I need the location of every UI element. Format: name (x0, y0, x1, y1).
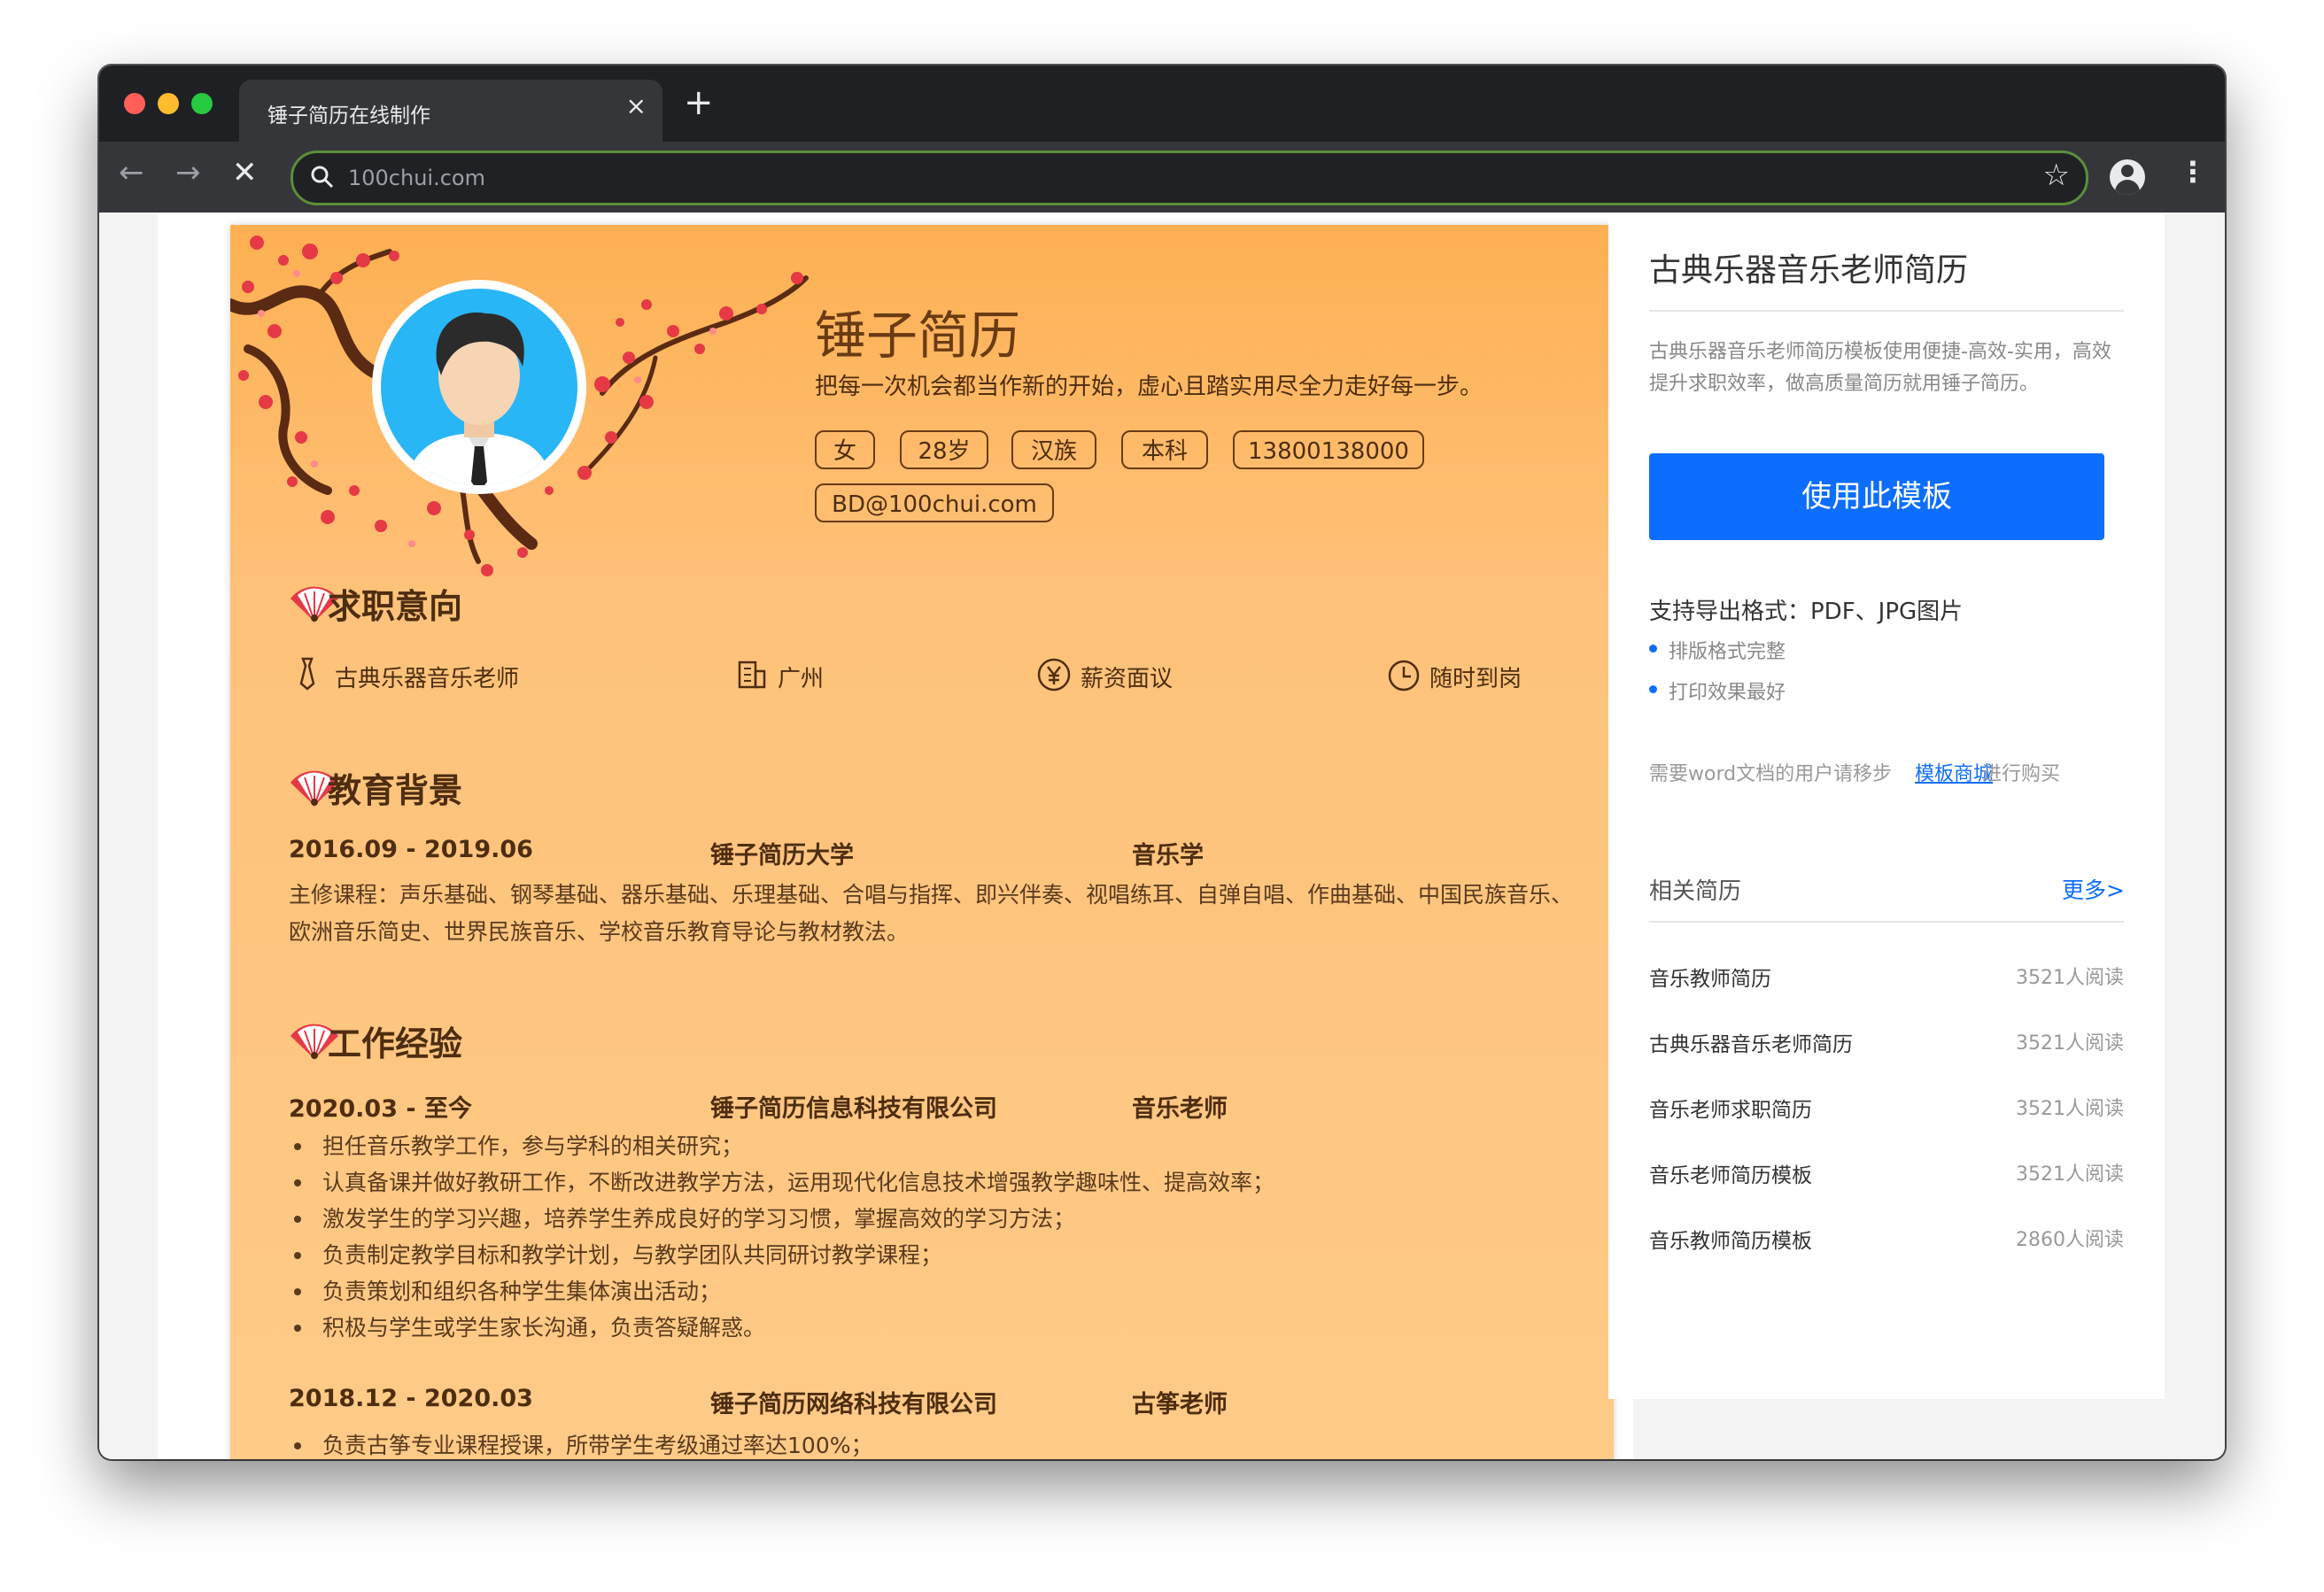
profile-avatar-icon[interactable] (2110, 159, 2145, 195)
template-sidebar: 古典乐器音乐老师简历 古典乐器音乐老师简历模板使用便捷-高效-实用，高效提升求职… (1608, 213, 2165, 1399)
related-resume-link[interactable]: 古典乐器音乐老师简历 (1649, 1027, 1853, 1057)
browser-menu-icon[interactable]: ⋮ (2179, 158, 2207, 186)
resume-name: 锤子简历 (815, 305, 1021, 366)
list-item: 激发学生的学习兴趣，培养学生养成良好的学习习惯，掌握高效的学习方法； (289, 1201, 1582, 1237)
education-period: 2016.09 - 2019.06 (289, 836, 533, 863)
list-item: 积极与学生或学生家长沟通，负责答疑解惑。 (289, 1310, 1582, 1346)
building-icon (738, 661, 766, 689)
use-template-button[interactable]: 使用此模板 (1649, 453, 2104, 540)
list-item: 担任音乐教学工作，参与学科的相关研究； (289, 1128, 1582, 1164)
buy-note: 进行购买 (1982, 763, 2061, 785)
tag-email: BD@100chui.com (815, 483, 1054, 522)
stop-loading-icon[interactable]: ✕ (232, 158, 258, 188)
tab-bar: 锤子简历在线制作 × + (99, 66, 2225, 142)
address-bar[interactable]: 100chui.com ☆ (290, 151, 2088, 205)
divider (1649, 921, 2124, 923)
browser-toolbar: ← → ✕ 100chui.com ☆ ⋮ (99, 142, 2225, 213)
read-count: 3521人阅读 (2016, 967, 2124, 989)
tag-ethnicity: 汉族 (1011, 430, 1096, 469)
browser-tab[interactable]: 锤子简历在线制作 × (239, 80, 662, 142)
feature-item: 排版格式完整 (1649, 636, 1786, 664)
list-item: 负责策划和组织各种学生集体演出活动； (289, 1273, 1582, 1310)
education-courses: 主修课程：声乐基础、钢琴基础、器乐基础、乐理基础、合唱与指挥、即兴伴奏、视唱练耳… (289, 882, 1574, 945)
intent-position: 古典乐器音乐老师 (335, 666, 520, 692)
job-position: 古筝老师 (1132, 1391, 1228, 1418)
job-company: 锤子简历信息科技有限公司 (710, 1095, 997, 1123)
more-link[interactable]: 更多> (2062, 873, 2125, 905)
intent-city: 广州 (778, 666, 825, 692)
job-duties-list: 担任音乐教学工作，参与学科的相关研究； 认真备课并做好教研工作，不断改进教学方法… (289, 1128, 1582, 1346)
forward-arrow-icon[interactable]: → (175, 158, 201, 188)
tag-age: 28岁 (900, 430, 988, 469)
job-company: 锤子简历网络科技有限公司 (710, 1391, 997, 1418)
tag-gender: 女 (815, 430, 875, 469)
tie-icon (299, 657, 315, 691)
url-text[interactable]: 100chui.com (348, 166, 485, 190)
job-duties-list: 负责古筝专业课程授课，所带学生考级通过率达100%； (289, 1427, 1582, 1459)
divider (1649, 310, 2124, 312)
related-resume-link[interactable]: 音乐老师求职简历 (1649, 1093, 1812, 1123)
related-resume-link[interactable]: 音乐教师简历模板 (1649, 1224, 1812, 1254)
bookmark-star-icon[interactable]: ☆ (2043, 160, 2070, 190)
related-resume-link[interactable]: 音乐教师简历 (1649, 962, 1771, 992)
section-title-education: 教育背景 (328, 771, 463, 810)
tab-close-icon[interactable]: × (626, 94, 647, 119)
resume-preview-area: 锤子简历 把每一次机会都当作新的开始，虚心且踏实用尽全力走好每一步。 女 28岁… (158, 213, 1633, 1459)
education-major: 音乐学 (1132, 842, 1204, 869)
resume-page: 锤子简历 把每一次机会都当作新的开始，虚心且踏实用尽全力走好每一步。 女 28岁… (230, 225, 1614, 1459)
tag-degree: 本科 (1121, 430, 1208, 469)
feature-item: 打印效果最好 (1649, 676, 1786, 705)
job-period: 2020.03 - 至今 (289, 1095, 472, 1123)
resume-motto: 把每一次机会都当作新的开始，虚心且踏实用尽全力走好每一步。 (815, 374, 1483, 400)
clock-icon (1388, 660, 1420, 692)
job-position: 音乐老师 (1132, 1095, 1228, 1123)
avatar (372, 280, 586, 494)
word-note: 需要word文档的用户请移步 (1649, 763, 1893, 785)
browser-window: 锤子简历在线制作 × + ← → ✕ 100chui.com ☆ ⋮ 锤子简历 … (99, 66, 2225, 1459)
related-resume-link[interactable]: 音乐老师简历模板 (1649, 1158, 1812, 1188)
read-count: 2860人阅读 (2016, 1229, 2124, 1251)
intent-salary: 薪资面议 (1081, 666, 1174, 692)
maximize-window-button[interactable] (191, 93, 213, 114)
read-count: 3521人阅读 (2016, 1098, 2124, 1120)
template-description: 古典乐器音乐老师简历模板使用便捷-高效-实用，高效提升求职效率，做高质量简历就用… (1649, 341, 2111, 395)
search-icon (311, 166, 334, 189)
page-viewport: 锤子简历 把每一次机会都当作新的开始，虚心且踏实用尽全力走好每一步。 女 28岁… (99, 213, 2225, 1459)
list-item: 负责制定教学目标和教学计划，与教学团队共同研讨教学课程； (289, 1237, 1582, 1273)
close-window-button[interactable] (124, 93, 145, 114)
education-school: 锤子简历大学 (710, 842, 854, 869)
new-tab-button[interactable]: + (684, 85, 714, 120)
back-arrow-icon[interactable]: ← (119, 158, 144, 188)
related-title: 相关简历 (1649, 878, 1742, 905)
section-title-work: 工作经验 (328, 1024, 463, 1063)
tag-phone: 13800138000 (1233, 430, 1424, 469)
tab-title: 锤子简历在线制作 (267, 104, 430, 128)
list-item: 负责古筝专业课程授课，所带学生考级通过率达100%； (289, 1427, 1582, 1459)
read-count: 3521人阅读 (2016, 1032, 2124, 1055)
template-title: 古典乐器音乐老师简历 (1649, 252, 1969, 289)
minimize-window-button[interactable] (158, 93, 179, 114)
intent-availability: 随时到岗 (1429, 666, 1522, 692)
list-item: 认真备课并做好教研工作，不断改进教学方法，运用现代化信息技术增强教学趣味性、提高… (289, 1164, 1582, 1201)
job-period: 2018.12 - 2020.03 (289, 1385, 533, 1412)
read-count: 3521人阅读 (2016, 1163, 2124, 1186)
section-title-intent: 求职意向 (328, 587, 463, 626)
export-formats: 支持导出格式：PDF、JPG图片 (1649, 599, 1964, 625)
yuan-icon (1037, 658, 1071, 692)
template-shop-link[interactable]: 模板商城 (1915, 758, 1993, 786)
